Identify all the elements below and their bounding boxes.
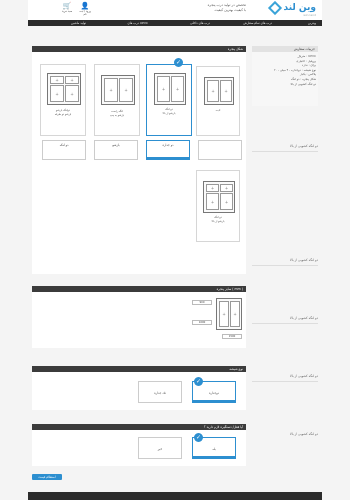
lock-option-label: بله: [212, 447, 216, 451]
selected-indicator: [192, 456, 236, 459]
divider: [252, 323, 318, 324]
pane: [230, 301, 240, 327]
pane: [65, 76, 79, 84]
window-illustration: [204, 77, 234, 105]
price-inquiry-button[interactable]: استعلام قیمت: [32, 474, 62, 480]
window-sub: بازشو از بالا: [211, 220, 225, 223]
window-option-extra[interactable]: دو لنگه بازشو از بالا: [196, 170, 240, 242]
slogan: تخصص در تولید درب پنجره با کیفیت بهترین …: [176, 3, 246, 13]
nav-item[interactable]: تولید ماشین: [71, 21, 86, 25]
size-preview: [216, 298, 242, 330]
brand-logo[interactable]: وین لند win land: [267, 0, 317, 17]
selected-indicator: [192, 400, 236, 403]
pane: [220, 184, 233, 192]
window-label: لنگه راست: [111, 110, 123, 113]
divider: [252, 265, 318, 266]
window-option-fixed[interactable]: ثابت: [196, 66, 240, 136]
window-sub: بازشو به چپ: [109, 114, 125, 117]
brand-tagline: win land: [303, 13, 316, 17]
lock-option-label: خیر: [157, 447, 163, 451]
window-option-right[interactable]: لنگه راست بازشو به چپ: [94, 64, 140, 136]
slogan-line: با کیفیت بهترین کیفیت: [214, 8, 246, 12]
brand-name: وین لند: [283, 3, 317, 13]
divider: [252, 151, 318, 152]
pane: [206, 184, 219, 192]
logo-mark-icon: [267, 0, 283, 16]
top-bar: وین لند win land تخصص در تولید درب پنجره…: [28, 0, 322, 20]
pane: [157, 76, 170, 102]
window-option-double[interactable]: دو لنگه بازشو از بالا: [146, 64, 192, 136]
window-illustration: [203, 181, 235, 213]
side-note: دو لنگه کشویی از بالا: [289, 432, 318, 436]
pane: [50, 85, 64, 102]
main-nav: ویترین درب های تمام سفارش درب های داخلی …: [28, 20, 322, 26]
pane: [119, 78, 133, 102]
pane: [171, 76, 184, 102]
sub-option[interactable]: بازشو: [94, 140, 138, 160]
lock-option-no[interactable]: خیر: [138, 437, 182, 459]
specs-title: جزییات سفارش: [252, 46, 318, 52]
glass-option-label: دوجداره: [208, 391, 220, 395]
side-note: دو لنگه کشویی از بالا: [289, 374, 318, 378]
window-illustration: [47, 73, 81, 105]
pane: [104, 78, 118, 102]
side-note: دو لنگه کشویی از بالا: [289, 316, 318, 320]
divider: [252, 381, 318, 382]
spec-row: دو لنگه کشویی از بالا: [290, 81, 316, 86]
selected-check-icon: ✓: [174, 58, 183, 67]
height-input[interactable]: 1000: [192, 320, 212, 325]
nav-item[interactable]: درب های UPVC: [127, 21, 148, 25]
width-input[interactable]: 900: [192, 300, 212, 305]
window-label: ثابت: [215, 109, 221, 112]
sub-option[interactable]: [198, 140, 242, 160]
section-header-lock: آیا قفل/ دستگیره لازم دارید ؟: [32, 424, 246, 430]
user-button[interactable]: 👤 ورود / ثبت نام: [78, 2, 92, 16]
user-icon: 👤: [80, 2, 90, 10]
section-header-shape: شکل پنجره: [32, 46, 246, 52]
header-icons: 🛒 سبد خرید 👤 ورود / ثبت نام: [60, 2, 96, 18]
window-size-card: [32, 286, 246, 348]
window-illustration: [101, 75, 135, 105]
sub-option[interactable]: دو لنگه: [42, 140, 86, 160]
selected-indicator: [146, 157, 190, 160]
pane: [50, 76, 64, 84]
specs-rows: متریال : UPVC پروفیل : اختیاری یراق : ند…: [252, 54, 316, 86]
glass-option-label: تک جداره: [154, 391, 166, 395]
side-note: دو لنگه کشویی از بالا: [289, 258, 318, 262]
order-specs: جزییات سفارش متریال : UPVC پروفیل : اختی…: [252, 46, 318, 106]
nav-item[interactable]: درب های تمام سفارش: [243, 21, 272, 25]
window-sub: بازشو دو طرفه: [54, 113, 72, 116]
pane: [220, 80, 232, 102]
user-label: ورود / ثبت نام: [79, 10, 91, 16]
sub-option-label: دو جداره: [162, 143, 174, 147]
selected-check-icon: ✓: [194, 377, 203, 386]
side-note: دو لنگه کشویی از بالا: [289, 144, 318, 148]
pane: [65, 85, 79, 102]
window-label: دو لنگه: [214, 216, 222, 219]
sub-option-label: دو لنگه: [59, 143, 69, 147]
section-header-size: سایز پنجره ( mm ): [32, 286, 246, 292]
window-label: دولنگه بازشو: [56, 109, 70, 112]
window-option-dual[interactable]: دولنگه بازشو بازشو دو طرفه: [40, 64, 86, 136]
footer-bar: [28, 492, 322, 500]
nav-item[interactable]: ویترین: [308, 21, 316, 25]
depth-input[interactable]: 1500: [222, 334, 242, 339]
cart-button[interactable]: 🛒 سبد خرید: [60, 2, 74, 13]
pane: [207, 80, 219, 102]
sub-option-label: بازشو: [112, 143, 120, 147]
window-sub: بازشو از بالا: [162, 112, 176, 115]
window-illustration: [154, 73, 186, 105]
page: وین لند win land تخصص در تولید درب پنجره…: [0, 0, 350, 500]
glass-option-single[interactable]: تک جداره: [138, 381, 182, 403]
pane: [219, 301, 229, 327]
cart-label: سبد خرید: [61, 10, 73, 13]
cart-icon: 🛒: [62, 2, 72, 10]
section-header-glass: نوع شیشه: [32, 366, 246, 372]
pane: [220, 193, 233, 210]
nav-item[interactable]: درب های داخلی: [190, 21, 210, 25]
window-label: دو لنگه: [165, 108, 173, 111]
selected-check-icon: ✓: [194, 433, 203, 442]
pane: [206, 193, 219, 210]
